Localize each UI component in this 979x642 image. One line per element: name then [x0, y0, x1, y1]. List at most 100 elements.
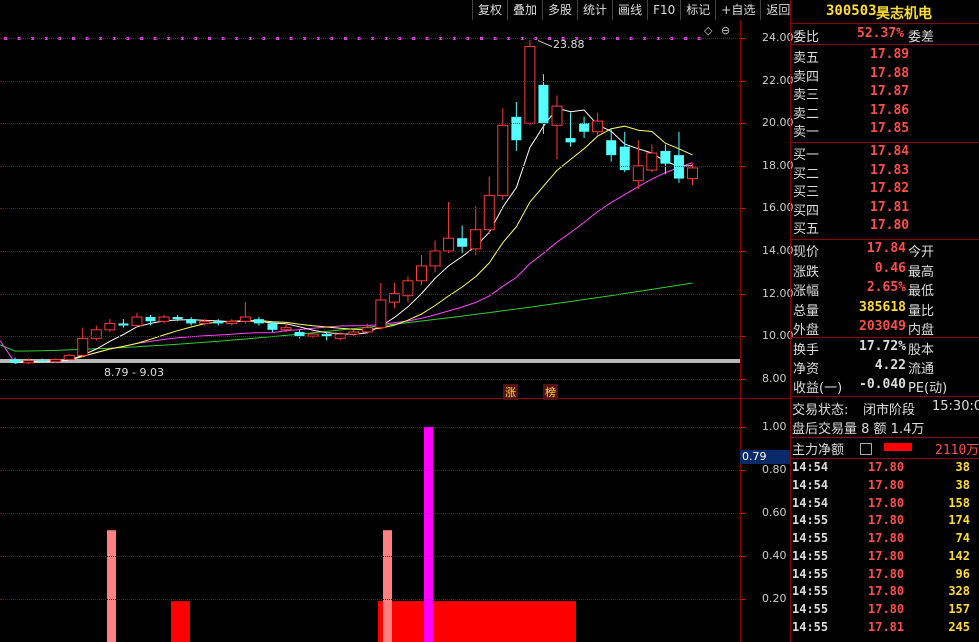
- toolbar-btn-4[interactable]: 画线: [612, 0, 648, 20]
- candle[interactable]: [63, 354, 75, 361]
- price-axis-tick: 12.00: [762, 286, 794, 300]
- tick-price: 17.81: [868, 619, 905, 634]
- candle[interactable]: [483, 176, 495, 234]
- stat-label2: 最高: [908, 264, 935, 280]
- axis-tickmark: [740, 165, 745, 167]
- stock-name: 昊志机电: [876, 6, 932, 22]
- grid-line: [0, 80, 740, 82]
- stat-label: 涨跌: [793, 264, 820, 280]
- candle[interactable]: [253, 317, 264, 326]
- trade-status-value: 闭市阶段: [863, 403, 916, 418]
- stat-value: 2.65%: [866, 280, 906, 295]
- toolbar: 复权 叠加 多股 统计 画线 F10 标记 +自选 返回: [472, 0, 796, 20]
- candle[interactable]: [687, 163, 698, 185]
- candle[interactable]: [565, 112, 576, 147]
- candle[interactable]: [579, 116, 590, 139]
- main-net-label: 主力净额: [792, 443, 845, 458]
- divider: [790, 142, 979, 143]
- price-axis-tick: 22.00: [762, 73, 794, 87]
- tick-price: 17.80: [868, 602, 905, 616]
- grid-line: [0, 470, 740, 471]
- candle[interactable]: [551, 95, 563, 160]
- candle[interactable]: [592, 112, 604, 136]
- candle[interactable]: [416, 255, 427, 286]
- tick-time: 14:54: [792, 477, 829, 492]
- fund-label: 净资: [793, 361, 820, 377]
- toolbar-btn-6[interactable]: 标记: [680, 0, 716, 20]
- candle[interactable]: [226, 319, 238, 326]
- candle[interactable]: [511, 101, 522, 151]
- grid-line: [0, 336, 740, 338]
- high-marker-line: [537, 40, 553, 47]
- candle[interactable]: [186, 317, 197, 326]
- candle[interactable]: [104, 319, 116, 332]
- candle[interactable]: [388, 282, 400, 309]
- toolbar-btn-7[interactable]: +自选: [715, 0, 761, 20]
- badge-zhang[interactable]: 涨: [503, 384, 518, 400]
- candle[interactable]: [524, 40, 536, 126]
- indicator-bar: [383, 530, 392, 642]
- toolbar-btn-0[interactable]: 复权: [472, 0, 508, 20]
- grid-line: [0, 427, 740, 428]
- candle[interactable]: [375, 282, 387, 330]
- bid-label: 买五: [793, 222, 820, 238]
- candle[interactable]: [239, 302, 251, 324]
- price-axis-border: [740, 20, 741, 642]
- list-icon[interactable]: [860, 443, 872, 455]
- ask-price: 17.85: [870, 121, 910, 137]
- toolbar-btn-2[interactable]: 多股: [542, 0, 578, 20]
- bid-label: 买四: [793, 203, 820, 219]
- candle[interactable]: [538, 74, 549, 134]
- candle[interactable]: [660, 144, 671, 175]
- diamond-icon[interactable]: ◇: [704, 24, 712, 37]
- candle[interactable]: [402, 276, 414, 303]
- candle[interactable]: [77, 327, 89, 358]
- candle[interactable]: [470, 206, 482, 256]
- candle[interactable]: [118, 319, 129, 328]
- bid-price: 17.84: [870, 144, 910, 159]
- candle[interactable]: [158, 314, 170, 324]
- divider: [790, 44, 979, 45]
- stat-label2: 今开: [908, 245, 935, 260]
- fund-label2: 股本: [908, 343, 935, 358]
- grid-line: [0, 165, 740, 167]
- grid-line: [0, 513, 740, 514]
- tick-price: 17.80: [868, 460, 905, 474]
- candle[interactable]: [443, 202, 455, 254]
- stat-label2: 内盘: [908, 323, 935, 338]
- support-band: [0, 358, 740, 363]
- bid-price: 17.82: [870, 181, 910, 197]
- candle[interactable]: [497, 108, 509, 200]
- axis-tickmark: [740, 123, 745, 125]
- toolbar-btn-3[interactable]: 统计: [577, 0, 613, 20]
- candle[interactable]: [50, 358, 62, 363]
- candle[interactable]: [457, 225, 468, 254]
- candle[interactable]: [131, 312, 143, 328]
- tick-time: 14:55: [792, 548, 829, 563]
- fund-value: 17.72%: [859, 339, 906, 354]
- tick-time: 14:54: [792, 460, 829, 474]
- candle[interactable]: [673, 131, 684, 183]
- indicator-current-value: 0.79: [740, 450, 790, 464]
- badge-bang[interactable]: 榜: [543, 384, 558, 400]
- toolbar-btn-5[interactable]: F10: [647, 0, 681, 20]
- toolbar-btn-1[interactable]: 叠加: [507, 0, 543, 20]
- candle[interactable]: [646, 144, 658, 173]
- tick-volume: 174: [948, 513, 970, 528]
- divider: [790, 239, 979, 240]
- tick-volume: 157: [948, 602, 970, 616]
- settings-icon[interactable]: ⊖: [721, 24, 730, 37]
- indicator-chart[interactable]: [0, 399, 740, 642]
- candle[interactable]: [429, 240, 441, 273]
- bid-label: 买二: [793, 166, 820, 182]
- candle[interactable]: [90, 325, 102, 341]
- fund-label: 收益(一): [793, 380, 843, 396]
- tick-price: 17.80: [868, 584, 905, 599]
- price-axis-tick: 8.00: [762, 371, 787, 385]
- grid-line: [0, 378, 740, 380]
- trade-status-label: 交易状态:: [792, 403, 849, 418]
- ask-label: 卖二: [793, 106, 820, 122]
- indicator-axis-tick: 0.40: [762, 549, 787, 562]
- candle[interactable]: [213, 319, 224, 326]
- grid-line: [0, 208, 740, 210]
